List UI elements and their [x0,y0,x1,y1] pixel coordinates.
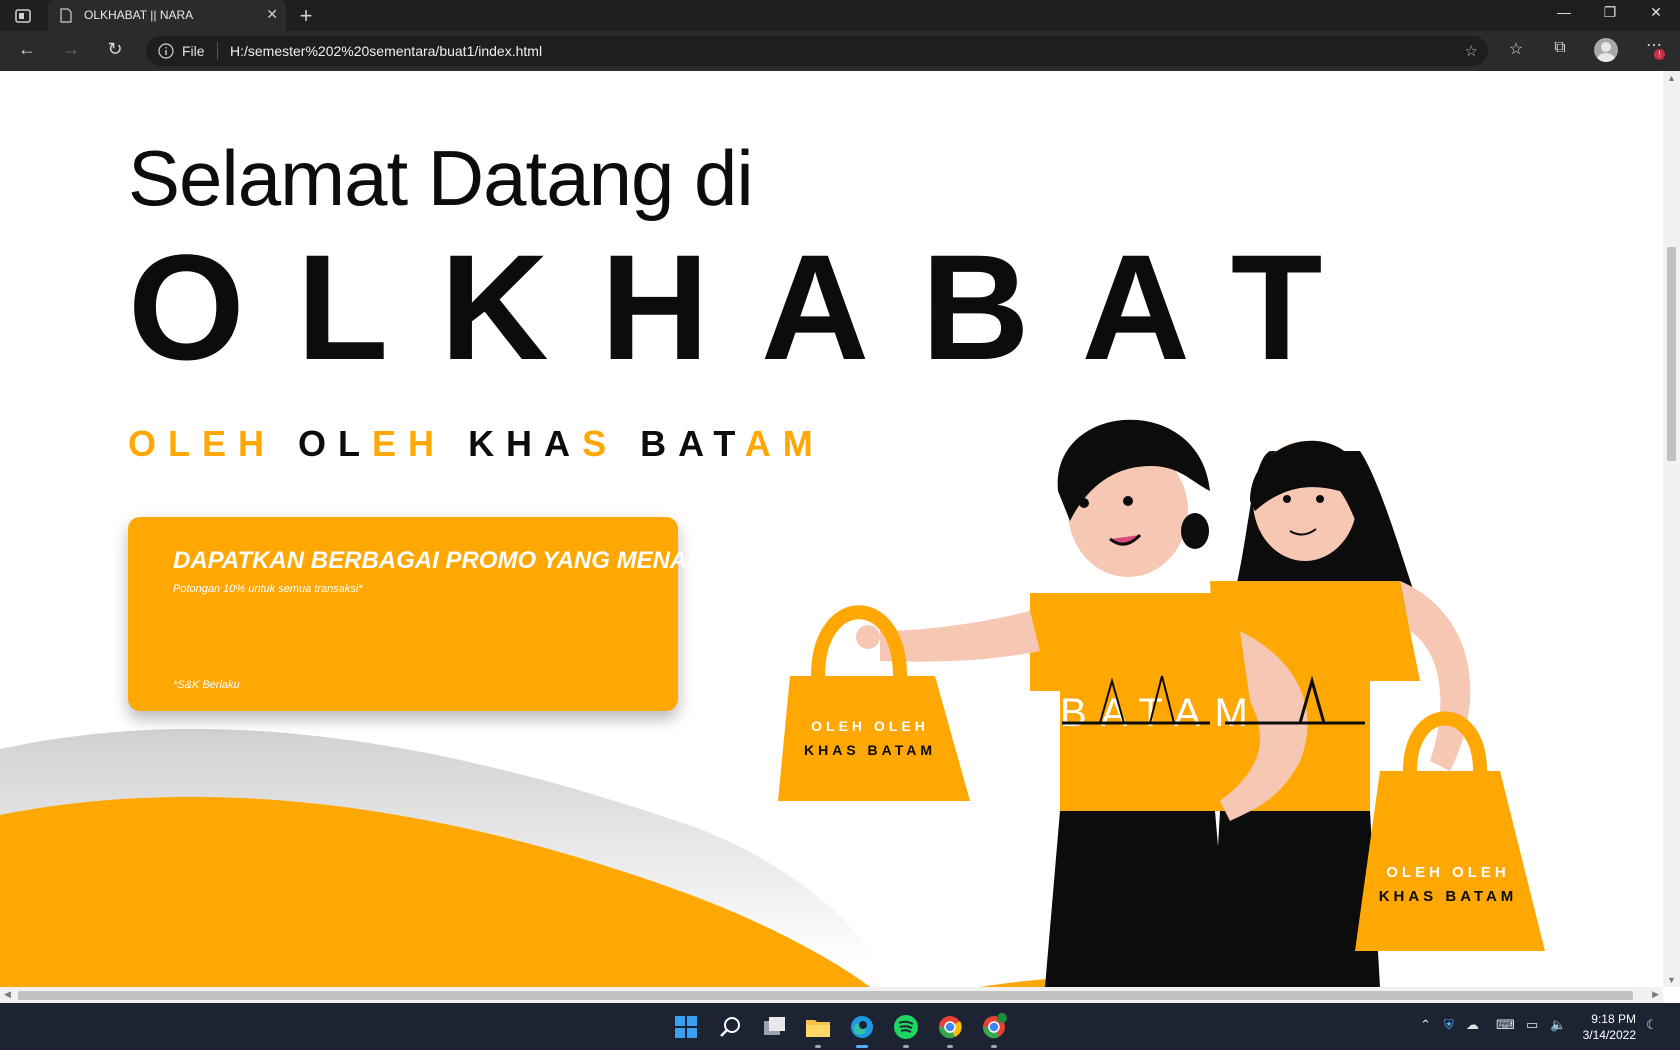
file-explorer-icon[interactable] [804,1013,832,1041]
url-text[interactable]: H:/semester%202%20sementara/buat1/index.… [230,43,542,59]
scroll-left-arrow-icon[interactable]: ◀ [4,989,11,1000]
minimize-button[interactable]: — [1544,4,1584,20]
man-shirt-text: BATAM [1060,691,1262,735]
scroll-right-arrow-icon[interactable]: ▶ [1652,989,1659,1000]
info-icon[interactable] [158,43,174,59]
spotify-running-indicator [903,1045,909,1048]
man-bag-line1: OLEH OLEH [811,718,929,734]
clock-date: 3/14/2022 [1582,1028,1636,1042]
spotify-icon[interactable] [892,1013,920,1041]
security-shield-icon[interactable]: ⛨ [1444,1017,1454,1033]
scroll-down-arrow-icon[interactable]: ▼ [1667,975,1676,985]
edge-browser-icon[interactable] [848,1013,876,1041]
explorer-running-indicator [815,1045,821,1048]
tab-title: OLKHABAT || NARA [84,8,194,22]
favorites-icon[interactable]: ☆ [1502,39,1530,59]
address-scheme-label: File [182,43,205,59]
notification-moon-icon[interactable]: ☾ [1646,1017,1658,1033]
address-divider [217,42,218,60]
edge-active-indicator [856,1045,868,1048]
browser-toolbar: ← → ↻ File H:/semester%202%20sementara/b… [0,31,1680,71]
volume-icon[interactable]: 🔈 [1550,1017,1566,1033]
couple-illustration: OLEH OLEH KHAS BATAM BATAM OLEH OLEH KHA… [778,419,1545,987]
vertical-scrollbar[interactable]: ▲ ▼ [1663,71,1680,987]
tab-actions-icon[interactable] [12,7,34,25]
start-windows-icon[interactable] [672,1013,700,1041]
horizontal-scrollbar[interactable]: ◀ ▶ [0,987,1663,1003]
chrome-running-indicator [947,1045,953,1048]
close-tab-icon[interactable]: ✕ [266,6,278,23]
scroll-up-arrow-icon[interactable]: ▲ [1667,73,1676,83]
add-favorite-icon[interactable]: ☆ [1465,42,1478,60]
woman-bag-line2: KHAS BATAM [1379,888,1518,905]
page-icon [60,8,72,23]
forward-arrow-icon[interactable]: → [58,39,84,63]
collections-icon[interactable]: ⧉ [1546,39,1574,57]
restore-button[interactable]: ❐ [1590,4,1630,21]
horizontal-scroll-thumb[interactable] [18,991,1633,1000]
browser-tab-strip: OLKHABAT || NARA ✕ + — ❐ ✕ [0,0,1680,31]
profile-avatar[interactable] [1594,38,1618,62]
chrome-profile-running-indicator [991,1045,997,1048]
back-arrow-icon[interactable]: ← [14,39,40,63]
woman-bag-line1: OLEH OLEH [1386,864,1510,881]
page-viewport: Selamat Datang di OLKHABAT OLEH OLEH KHA… [0,71,1663,987]
notification-badge: ! [1654,49,1665,60]
reload-icon[interactable]: ↻ [102,39,128,63]
chrome-icon[interactable] [936,1013,964,1041]
chrome-profile-icon[interactable] [980,1013,1008,1041]
task-view-icon[interactable] [760,1013,788,1041]
vertical-scroll-thumb[interactable] [1667,247,1676,461]
show-hidden-icons-chevron-icon[interactable]: ⌃ [1420,1017,1431,1033]
search-icon[interactable] [716,1013,744,1041]
onedrive-cloud-icon[interactable]: ☁ [1466,1017,1479,1033]
keyboard-icon[interactable]: ⌨ [1496,1017,1515,1033]
new-tab-button[interactable]: + [294,3,318,29]
windows-taskbar: ⌃ ⛨ ☁ ⌨ ▭ 🔈 9:18 PM 3/14/2022 ☾ [0,1003,1680,1050]
man-bag-line2: KHAS BATAM [804,742,936,758]
address-bar[interactable]: File H:/semester%202%20sementara/buat1/i… [146,36,1488,66]
close-window-button[interactable]: ✕ [1636,4,1676,21]
clock-time: 9:18 PM [1591,1012,1636,1026]
browser-tab-active[interactable]: OLKHABAT || NARA ✕ [48,0,286,31]
system-clock[interactable]: 9:18 PM 3/14/2022 [1580,1011,1636,1043]
display-icon[interactable]: ▭ [1526,1017,1538,1033]
